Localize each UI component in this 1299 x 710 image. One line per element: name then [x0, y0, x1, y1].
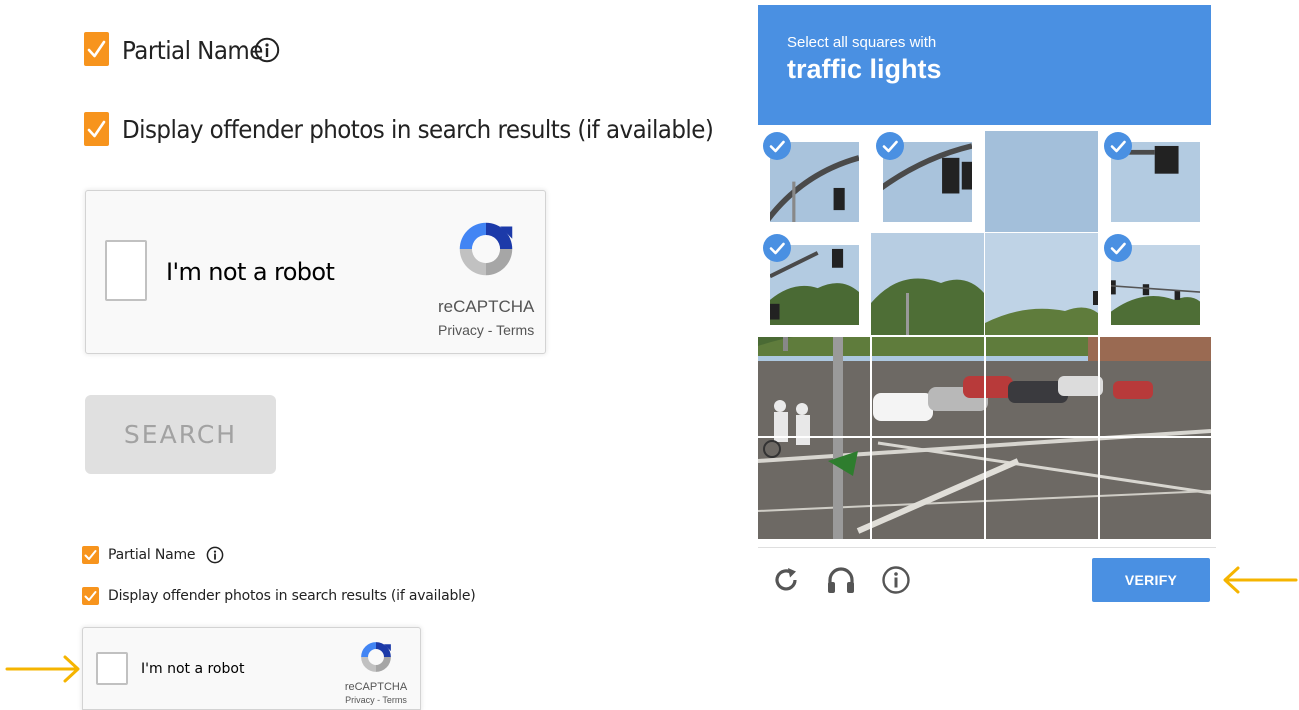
- grid-tile-3[interactable]: [985, 131, 1098, 232]
- checkmark-icon: [84, 550, 97, 560]
- grid-tile-12[interactable]: [1100, 337, 1211, 436]
- grid-tile-16[interactable]: [1100, 438, 1211, 539]
- grid-tile-11[interactable]: [986, 337, 1098, 436]
- info-icon[interactable]: [254, 37, 280, 63]
- challenge-footer-divider: [758, 547, 1216, 548]
- checkmark-icon: [84, 591, 97, 601]
- recaptcha-privacy-terms-link[interactable]: Privacy - Terms: [438, 322, 534, 338]
- grid-tile-7[interactable]: [985, 233, 1098, 335]
- challenge-target: traffic lights: [787, 54, 942, 84]
- challenge-header: Select all squares with traffic lights: [758, 5, 1211, 125]
- recaptcha-label-small: I'm not a robot: [141, 661, 245, 677]
- selected-check-icon: [1104, 132, 1132, 160]
- grid-gutter-v0c: [1098, 131, 1099, 335]
- grid-tile-15[interactable]: [986, 438, 1098, 539]
- display-photos-label: Display offender photos in search result…: [122, 115, 714, 144]
- arrow-right-icon: [5, 655, 80, 683]
- info-icon[interactable]: [206, 546, 224, 564]
- grid-gutter-v0a: [870, 131, 871, 335]
- grid-tile-13[interactable]: [758, 438, 870, 539]
- recaptcha-checkbox[interactable]: [105, 240, 147, 301]
- partial-name-label-small: Partial Name: [108, 547, 196, 563]
- grid-tile-6[interactable]: [871, 233, 984, 335]
- challenge-instruction: Select all squares with: [787, 34, 937, 51]
- recaptcha-brand-small: reCAPTCHA: [344, 681, 408, 693]
- display-photos-checkbox-small[interactable]: [82, 587, 99, 605]
- recaptcha-brand: reCAPTCHA: [438, 297, 535, 316]
- grid-gutter-v0b: [984, 131, 985, 335]
- grid-tile-10[interactable]: [872, 337, 984, 436]
- recaptcha-label: I'm not a robot: [166, 258, 335, 286]
- partial-name-checkbox-small[interactable]: [82, 546, 99, 564]
- partial-name-checkbox[interactable]: [84, 32, 109, 66]
- recaptcha-logo-icon: [361, 642, 391, 672]
- selected-check-icon: [763, 132, 791, 160]
- display-photos-checkbox[interactable]: [84, 112, 109, 146]
- recaptcha-checkbox-small[interactable]: [96, 652, 128, 685]
- reload-icon[interactable]: [771, 565, 801, 595]
- selected-check-icon: [876, 132, 904, 160]
- arrow-left-icon: [1223, 566, 1298, 594]
- checkmark-icon: [87, 120, 106, 138]
- search-button[interactable]: SEARCH: [85, 395, 276, 474]
- verify-button[interactable]: VERIFY: [1092, 558, 1210, 602]
- audio-headphones-icon[interactable]: [826, 565, 856, 595]
- partial-name-label: Partial Name: [122, 36, 263, 65]
- recaptcha-widget: I'm not a robot reCAPTCHA Privacy - Term…: [85, 190, 546, 354]
- selected-check-icon: [1104, 234, 1132, 262]
- recaptcha-privacy-terms-link-small[interactable]: Privacy - Terms: [338, 695, 414, 705]
- grid-tile-14[interactable]: [872, 438, 984, 539]
- recaptcha-logo-icon: [459, 222, 513, 276]
- recaptcha-widget-small: I'm not a robot reCAPTCHA Privacy - Term…: [82, 627, 421, 710]
- info-icon[interactable]: [881, 565, 911, 595]
- checkmark-icon: [87, 40, 106, 58]
- grid-tile-9[interactable]: [758, 337, 870, 436]
- selected-check-icon: [763, 234, 791, 262]
- display-photos-label-small: Display offender photos in search result…: [108, 588, 476, 604]
